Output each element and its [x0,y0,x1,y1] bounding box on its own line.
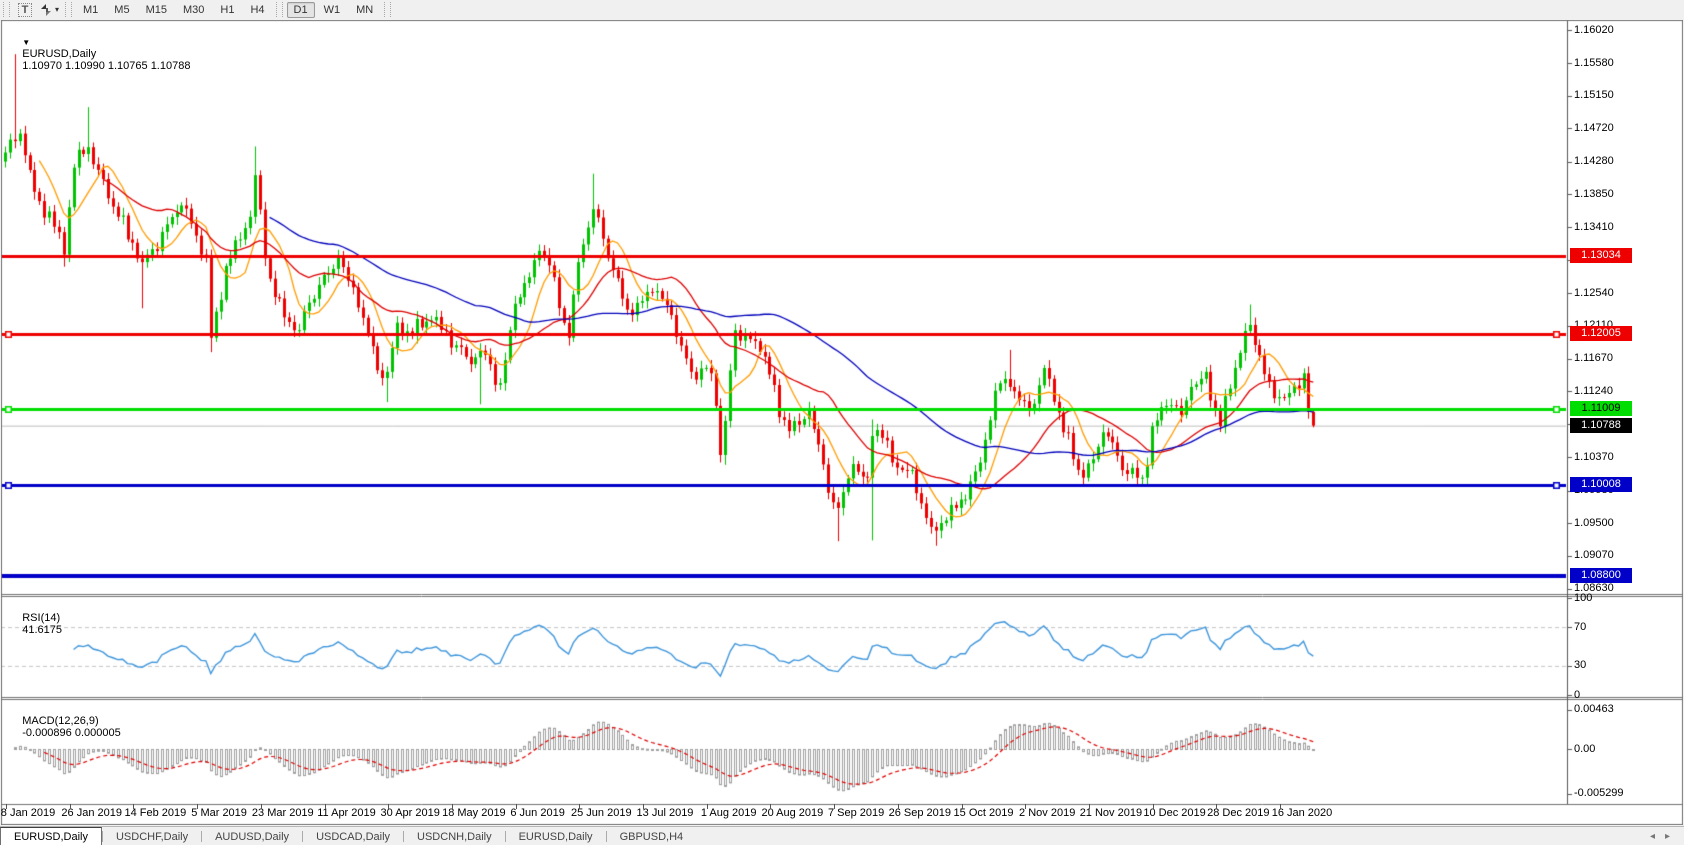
rsi-axis-label: 30 [1574,659,1679,672]
date-axis-tick [643,804,644,809]
date-axis-tick [770,804,771,809]
date-axis-tick [898,804,899,809]
price-axis-label: 1.11670 [1574,352,1679,365]
price-axis-label: 1.10370 [1574,451,1679,464]
timeframe-button-w1[interactable]: W1 [317,2,348,18]
toolbar-grip[interactable] [65,2,72,17]
collapse-triangle-icon[interactable]: ▼ [22,38,30,47]
timeframe-button-m1[interactable]: M1 [76,2,105,18]
date-axis-tick [962,804,963,809]
date-axis-tick [452,804,453,809]
level-badge-1.08800: 1.08800 [1570,568,1632,583]
price-axis-label: 1.16020 [1574,24,1679,37]
date-axis-tick [133,804,134,809]
timeframe-button-d1[interactable]: D1 [287,2,315,18]
date-axis-tick [1025,804,1026,809]
text-tool-icon: T [18,3,33,17]
rsi-name: RSI(14) [22,612,60,624]
macd-axis-label: 0.00463 [1574,703,1679,716]
price-axis-label: 1.12540 [1574,287,1679,300]
date-axis-tick [197,804,198,809]
chart-title: ▼ EURUSD,Daily 1.10970 1.10990 1.10765 1… [10,24,190,84]
date-axis-tick [516,804,517,809]
rsi-axis-label: 100 [1574,592,1679,605]
price-axis-label: 1.13410 [1574,221,1679,234]
tab-eurusd-daily[interactable]: EURUSD,Daily [0,827,102,845]
price-axis-label: 1.09070 [1574,549,1679,562]
toolbar-separator [276,2,283,17]
text-tool-button[interactable]: T [14,2,36,18]
chart-ohlc-values: 1.10970 1.10990 1.10765 1.10788 [22,60,190,72]
timeframe-button-mn[interactable]: MN [349,2,380,18]
macd-axis-label: -0.005299 [1574,787,1679,800]
price-axis-label: 1.09500 [1574,517,1679,530]
tab-scroll-right-icon[interactable]: ▸ [1665,831,1670,842]
macd-name: MACD(12,26,9) [22,715,98,727]
toolbar: T ▾ M1M5M15M30H1H4 D1W1MN [0,0,1684,19]
date-axis-tick [261,804,262,809]
date-axis-tick [1216,804,1217,809]
timeframe-button-m30[interactable]: M30 [176,2,211,18]
macd-axis-label: 0.00 [1574,743,1679,756]
current-price-badge: 1.10788 [1570,418,1632,433]
tab-scroll-arrows: ◂ ▸ [1650,827,1670,845]
tab-gbpusd-h4[interactable]: GBPUSD,H4 [607,827,697,845]
rsi-axis-label: 0 [1574,689,1679,702]
dropdown-caret-icon: ▾ [55,5,59,14]
arrange-windows-button[interactable]: ▾ [38,2,61,18]
level-badge-1.11009: 1.11009 [1570,401,1632,416]
chart-tab-bar: EURUSD,DailyUSDCHF,DailyAUDUSD,DailyUSDC… [0,826,1684,845]
mt4-terminal-window: T ▾ M1M5M15M30H1H4 D1W1MN ▼ EURUSD,Daily … [0,0,1684,845]
level-badge-1.12005: 1.12005 [1570,326,1632,341]
price-axis-label: 1.15580 [1574,57,1679,70]
timeframe-bar: M1M5M15M30H1H4 D1W1MN [75,0,381,19]
timeframe-button-m15[interactable]: M15 [139,2,174,18]
price-chart-canvas[interactable] [1,20,1683,825]
price-axis-label: 1.13850 [1574,188,1679,201]
tab-scroll-left-icon[interactable]: ◂ [1650,831,1655,842]
date-axis-tick [1280,804,1281,809]
date-axis-label: 16 Jan 2020 [1262,807,1342,819]
tab-usdchf-daily[interactable]: USDCHF,Daily [103,827,201,845]
date-axis-tick [388,804,389,809]
date-axis-tick [834,804,835,809]
date-axis-tick [6,804,7,809]
price-axis-label: 1.14280 [1574,155,1679,168]
rsi-axis-label: 70 [1574,621,1679,634]
chart-symbol-label: EURUSD,Daily [22,48,96,60]
date-axis-tick [70,804,71,809]
timeframe-button-h4[interactable]: H4 [243,2,271,18]
cycle-arrange-icon [40,4,53,16]
tab-audusd-daily[interactable]: AUDUSD,Daily [202,827,302,845]
rsi-value: 41.6175 [22,624,62,636]
tab-eurusd-daily[interactable]: EURUSD,Daily [506,827,606,845]
timeframe-button-h1[interactable]: H1 [213,2,241,18]
level-badge-1.10008: 1.10008 [1570,477,1632,492]
rsi-label: RSI(14) 41.6175 [10,600,62,648]
price-axis-label: 1.14720 [1574,122,1679,135]
price-axis-label: 1.15150 [1574,89,1679,102]
date-axis-tick [1153,804,1154,809]
price-axis-label: 1.11240 [1574,385,1679,398]
toolbar-grip[interactable] [3,2,10,17]
macd-label: MACD(12,26,9) -0.000896 0.000005 [10,703,121,751]
date-axis-tick [707,804,708,809]
macd-values: -0.000896 0.000005 [22,727,120,739]
date-axis-tick [1089,804,1090,809]
toolbar-grip[interactable] [384,2,391,17]
level-badge-1.13034: 1.13034 [1570,248,1632,263]
timeframe-button-m5[interactable]: M5 [107,2,136,18]
tab-usdcad-daily[interactable]: USDCAD,Daily [303,827,403,845]
date-axis-tick [579,804,580,809]
tab-usdcnh-daily[interactable]: USDCNH,Daily [404,827,505,845]
date-axis-tick [325,804,326,809]
